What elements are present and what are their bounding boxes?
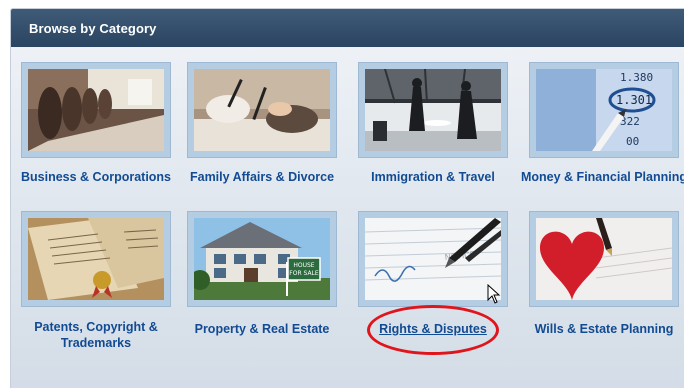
svg-text:1.301: 1.301 — [616, 93, 652, 107]
svg-text:HOUSE: HOUSE — [293, 262, 314, 269]
money-financial-planning-link[interactable]: Money & Financial Planning — [517, 169, 684, 185]
financial-numbers-image: 1.380 1.301 322 00 — [536, 69, 672, 151]
immigration-travel-link[interactable]: Immigration & Travel — [346, 169, 520, 185]
panel-title: Browse by Category — [11, 9, 684, 47]
highlight-circle — [367, 305, 499, 355]
pen-and-heart-image — [536, 218, 672, 300]
business-corporations-link[interactable]: Business & Corporations — [9, 169, 183, 185]
airport-travelers-image — [365, 69, 501, 151]
patents-copyright-trademarks-image[interactable] — [21, 211, 171, 307]
property-real-estate-image[interactable]: HOUSE FOR SALE — [187, 211, 337, 307]
patent-documents-image — [28, 218, 164, 300]
couple-signing-image — [194, 69, 330, 151]
money-financial-planning-image[interactable]: 1.380 1.301 322 00 — [529, 62, 679, 158]
family-affairs-divorce-image[interactable] — [187, 62, 337, 158]
boardroom-chairs-image — [28, 69, 164, 151]
immigration-travel-image[interactable] — [358, 62, 508, 158]
wills-estate-planning-image[interactable] — [529, 211, 679, 307]
svg-text:00: 00 — [626, 135, 639, 148]
patents-copyright-trademarks-link[interactable]: Patents, Copyright & Trademarks — [9, 319, 183, 351]
svg-text:1.380: 1.380 — [620, 71, 653, 84]
house-for-sale-image: HOUSE FOR SALE — [194, 218, 330, 300]
family-affairs-divorce-link[interactable]: Family Affairs & Divorce — [175, 169, 349, 185]
pen-on-contract-image: NOTICE — [365, 218, 501, 300]
rights-disputes-image[interactable]: NOTICE — [358, 211, 508, 307]
wills-estate-planning-link[interactable]: Wills & Estate Planning — [517, 321, 684, 337]
business-corporations-image[interactable] — [21, 62, 171, 158]
property-real-estate-link[interactable]: Property & Real Estate — [175, 321, 349, 337]
svg-text:FOR SALE: FOR SALE — [289, 270, 319, 277]
mouse-pointer-icon — [487, 284, 501, 304]
